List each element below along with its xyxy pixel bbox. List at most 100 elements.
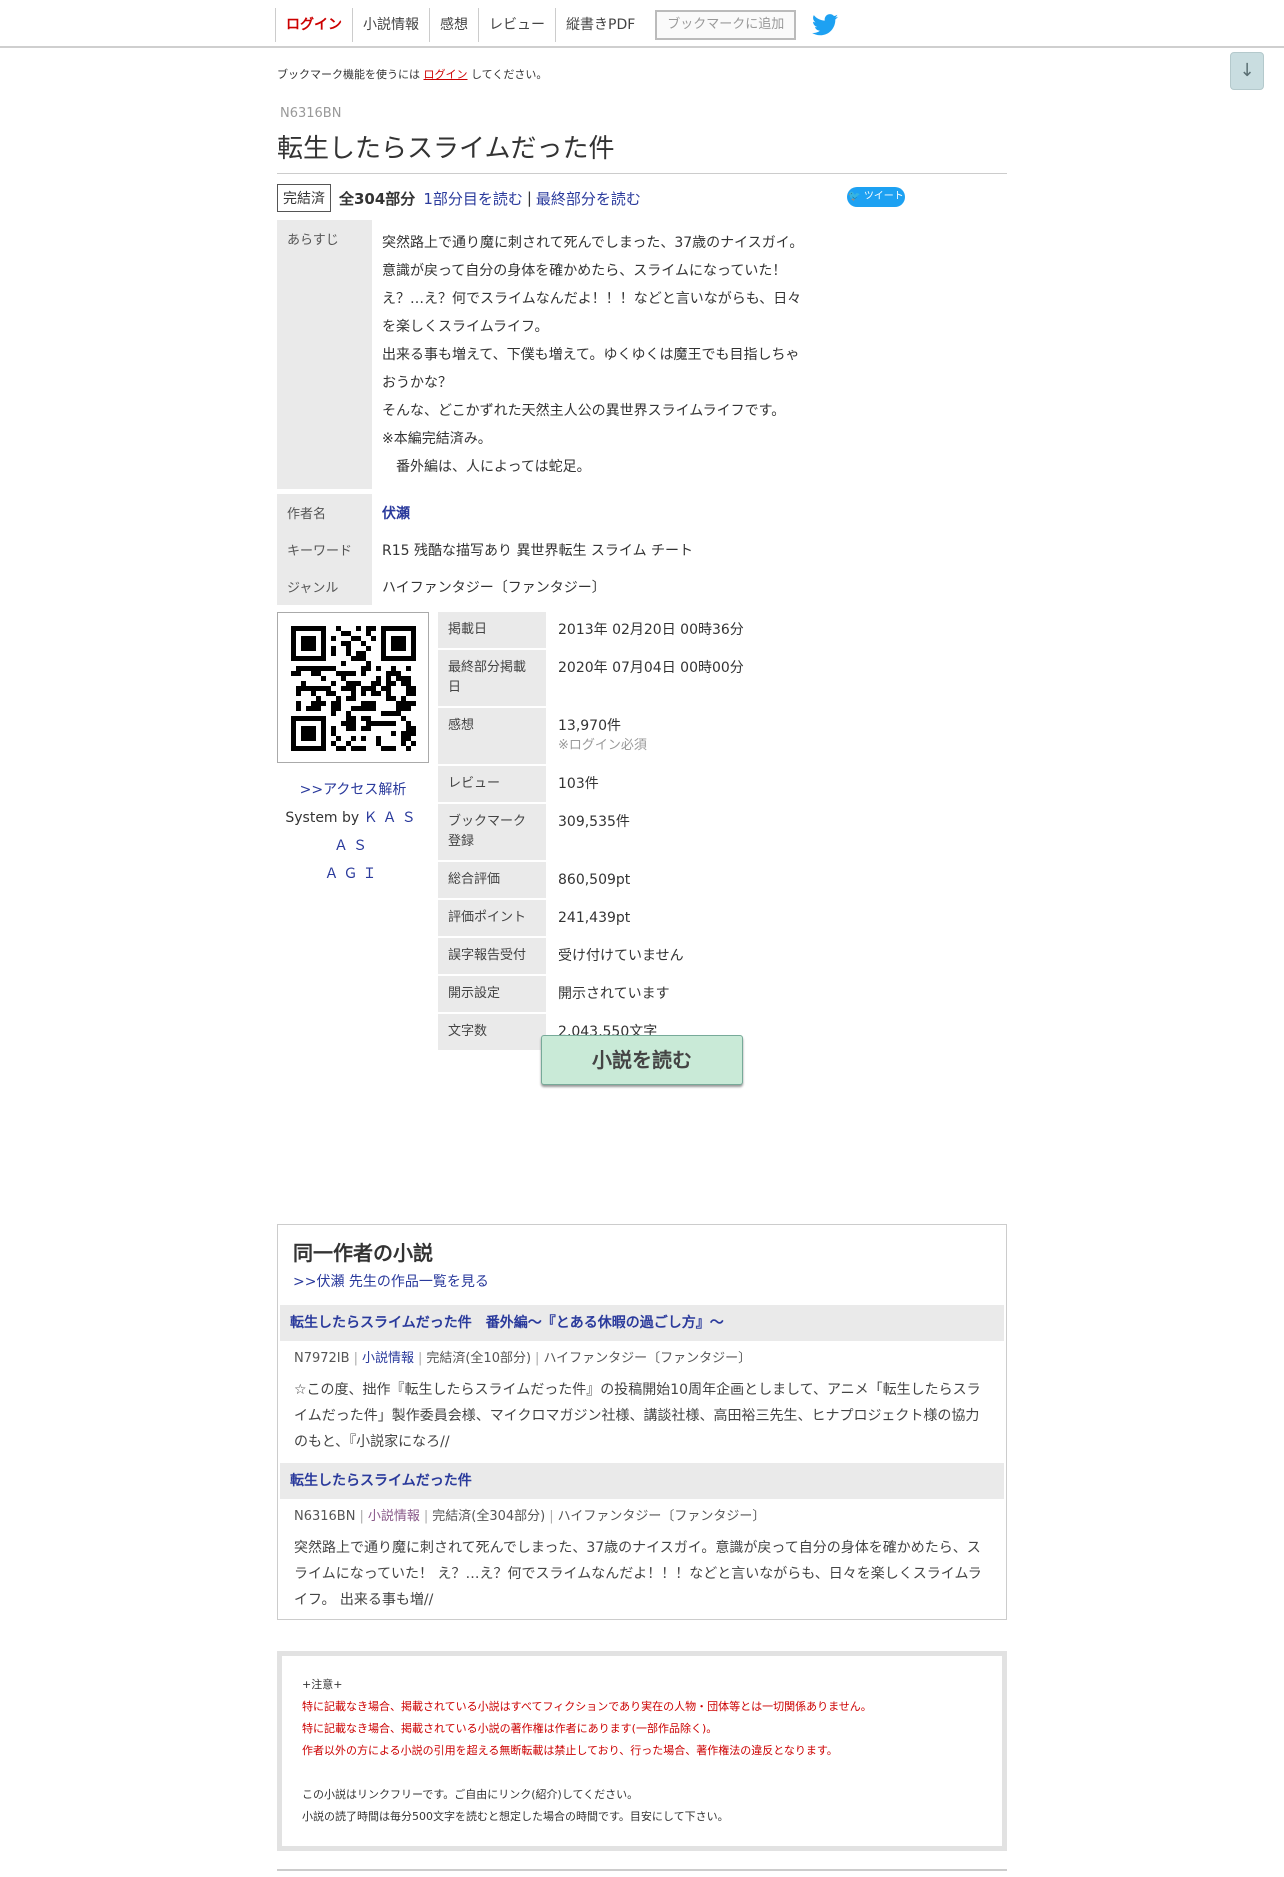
stats-row: 掲載日 2013年 02月20日 00時36分 <box>438 612 1008 650</box>
stats-row: 評価ポイント 241,439pt <box>438 900 1008 938</box>
stats-value: 開示されています <box>558 986 670 1002</box>
stats-row: レビュー 103件 <box>438 766 1008 804</box>
qr-code <box>277 612 429 763</box>
synopsis-line: え？…え？何でスライムなんだよ！！！などと言いながらも、日々 <box>382 291 802 307</box>
novel-title: 転生したらスライムだった件 <box>277 128 1007 174</box>
stats-label: 誤字報告受付 <box>438 938 546 974</box>
stats-row: 最終部分掲載日 2020年 07月04日 00時00分 <box>438 650 1008 708</box>
genre-label: ジャンル <box>277 568 372 608</box>
total-parts: 全304部分 <box>339 189 416 208</box>
genre: ハイファンタジー〔ファンタジー〕 <box>382 580 606 596</box>
status-badge: 完結済 <box>277 184 331 212</box>
related-novel-title[interactable]: 転生したらスライムだった件 <box>290 1473 472 1489</box>
tweet-bird-icon: 🐦 <box>848 191 861 202</box>
stats-value: 241,439pt <box>558 910 631 926</box>
related-novel-info-link[interactable]: 小説情報 <box>362 1351 414 1366</box>
related-novel-status: 完結済(全10部分) <box>426 1351 532 1366</box>
login-required-note: ※ログイン必須 <box>558 738 647 753</box>
synopsis-line: 出来る事も増えて、下僕も増えて。ゆくゆくは魔王でも目指しちゃ <box>382 347 800 363</box>
login-note-link[interactable]: ログイン <box>424 68 468 81</box>
read-novel-button[interactable]: 小説を読む <box>541 1035 743 1085</box>
ncode: N6316BN <box>280 106 342 121</box>
notice-line: 小説の読了時間は毎分500文字を読むと想定した場合の時間です。目安にして下さい。 <box>302 1810 729 1823</box>
login-note-prefix: ブックマーク機能を使うには <box>277 68 420 81</box>
bottom-divider <box>277 1869 1007 1871</box>
related-novel-info-link[interactable]: 小説情報 <box>368 1509 420 1524</box>
nav-novel-info[interactable]: 小説情報 <box>353 8 430 42</box>
nav-login[interactable]: ログイン <box>275 8 353 42</box>
notice-box: +注意+ 特に記載なき場合、掲載されている小説はすべてフィクションであり実在の人… <box>277 1651 1007 1851</box>
keyword-row: キーワード R15 残酷な描写あり 異世界転生 スライム チート <box>277 531 1007 571</box>
nav-review[interactable]: レビュー <box>479 8 556 42</box>
synopsis-line: 突然路上で通り魔に刺されて死んでしまった、37歳のナイスガイ。 <box>382 235 804 251</box>
stats-value: 2013年 02月20日 00時36分 <box>558 622 744 638</box>
qr-links: >>アクセス解析 System by ＫＡＳＡＳ ＡＧＩ <box>277 776 429 888</box>
kasasagi-link-2[interactable]: ＡＧＩ <box>325 866 382 882</box>
nav-vertical-pdf[interactable]: 縦書きPDF <box>556 8 645 42</box>
stats-row: 開示設定 開示されています <box>438 976 1008 1014</box>
stats-value: 103件 <box>558 776 599 792</box>
related-novel-meta: N6316BN | 小説情報 | 完結済(全304部分) | ハイファンタジー〔ファンタジー… <box>294 1509 766 1524</box>
stats-label: 開示設定 <box>438 976 546 1012</box>
genre-row: ジャンル ハイファンタジー〔ファンタジー〕 <box>277 568 1007 608</box>
tweet-label: ツイート <box>863 191 904 202</box>
twitter-icon[interactable] <box>812 14 839 36</box>
related-novel-status: 完結済(全304部分) <box>432 1509 546 1524</box>
notice-line: 特に記載なき場合、掲載されている小説の著作権は作者にあります(一部作品除く)。 <box>302 1722 718 1735</box>
tweet-button[interactable]: 🐦 ツイート <box>847 187 905 207</box>
read-last-link[interactable]: 最終部分を読む <box>536 188 641 209</box>
synopsis-line: を楽しくスライムライフ。 <box>382 319 549 335</box>
system-by-label: System by <box>285 810 360 826</box>
stats-label: 感想 <box>438 708 546 764</box>
notice-line: 作者以外の方による小説の引用を超える無断転載は禁止しており、行った場合、著作権法… <box>302 1744 838 1757</box>
stats-row: 感想 13,970件 ※ログイン必須 <box>438 708 1008 766</box>
stats-label: 総合評価 <box>438 862 546 898</box>
nav-menu: ログイン 小説情報 感想 レビュー 縦書きPDF ブックマークに追加 <box>275 8 839 42</box>
access-analysis-link[interactable]: >>アクセス解析 <box>300 782 407 798</box>
related-novel-description: ☆この度、拙作『転生したらスライムだった件』の投稿開始10周年企画としまして、ア… <box>294 1382 981 1450</box>
stats-label: 最終部分掲載日 <box>438 650 546 706</box>
login-note: ブックマーク機能を使うには ログイン してください。 <box>277 66 547 82</box>
notice-line: 特に記載なき場合、掲載されている小説はすべてフィクションであり実在の人物・団体等… <box>302 1700 872 1713</box>
related-novel-description: 突然路上で通り魔に刺されて死んでしまった、37歳のナイスガイ。意識が戻って自分の… <box>294 1540 982 1608</box>
read-first-link[interactable]: 1部分目を読む <box>423 188 523 209</box>
read-link-separator: | <box>526 189 532 207</box>
synopsis-line: おうかな？ <box>382 375 452 391</box>
author-label: 作者名 <box>277 494 372 534</box>
author-row: 作者名 伏瀬 <box>277 494 1007 534</box>
same-author-title: 同一作者の小説 <box>293 1241 433 1265</box>
synopsis: 突然路上で通り魔に刺されて死んでしまった、37歳のナイスガイ。 意識が戻って自分… <box>372 220 1007 492</box>
notice-line: この小説はリンクフリーです。ご自由にリンク(紹介)してください。 <box>302 1788 639 1801</box>
related-novel-genre: ハイファンタジー〔ファンタジー〕 <box>543 1351 752 1366</box>
related-novel: 転生したらスライムだった件 N6316BN | 小説情報 | 完結済(全304部分) | ハ… <box>280 1463 1004 1613</box>
stats-value: 860,509pt <box>558 872 631 888</box>
stats-row: ブックマーク登録 309,535件 <box>438 804 1008 862</box>
keyword-label: キーワード <box>277 531 372 571</box>
status-row: 完結済 全304部分 1部分目を読む | 最終部分を読む 🐦 ツイート <box>277 184 1007 212</box>
stats-label: 掲載日 <box>438 612 546 648</box>
synopsis-line: そんな、どこかずれた天然主人公の異世界スライムライフです。 <box>382 403 786 419</box>
synopsis-label: あらすじ <box>277 220 372 492</box>
nav-impressions[interactable]: 感想 <box>430 8 479 42</box>
related-novel-ncode: N6316BN <box>294 1509 356 1524</box>
related-novel-genre: ハイファンタジー〔ファンタジー〕 <box>557 1509 766 1524</box>
stats-label: ブックマーク登録 <box>438 804 546 860</box>
stats-value: 309,535件 <box>558 814 630 830</box>
synopsis-row: あらすじ 突然路上で通り魔に刺されて死んでしまった、37歳のナイスガイ。 意識が… <box>277 220 1007 492</box>
notice-heading: +注意+ <box>302 1678 343 1691</box>
related-novel: 転生したらスライムだった件 番外編～『とある休暇の過ごし方』～ N7972IB |… <box>280 1305 1004 1455</box>
related-novel-title[interactable]: 転生したらスライムだった件 番外編～『とある休暇の過ごし方』～ <box>290 1315 724 1331</box>
qr-code-image <box>291 626 416 751</box>
stats-label: レビュー <box>438 766 546 802</box>
keywords: R15 残酷な描写あり 異世界転生 スライム チート <box>382 543 694 559</box>
scroll-down-button[interactable]: ↓ <box>1230 52 1264 90</box>
synopsis-line: 番外編は、人によっては蛇足。 <box>382 459 591 475</box>
related-novel-ncode: N7972IB <box>294 1351 350 1366</box>
synopsis-line: 意識が戻って自分の身体を確かめたら、スライムになっていた！ <box>382 263 787 279</box>
synopsis-line: ※本編完結済み。 <box>382 431 492 447</box>
author-works-link[interactable]: >>伏瀬 先生の作品一覧を見る <box>293 1271 489 1291</box>
stats-value: 13,970件 <box>558 718 621 734</box>
author-link[interactable]: 伏瀬 <box>382 506 410 522</box>
bookmark-add-button[interactable]: ブックマークに追加 <box>655 10 797 40</box>
stats-row: 総合評価 860,509pt <box>438 862 1008 900</box>
